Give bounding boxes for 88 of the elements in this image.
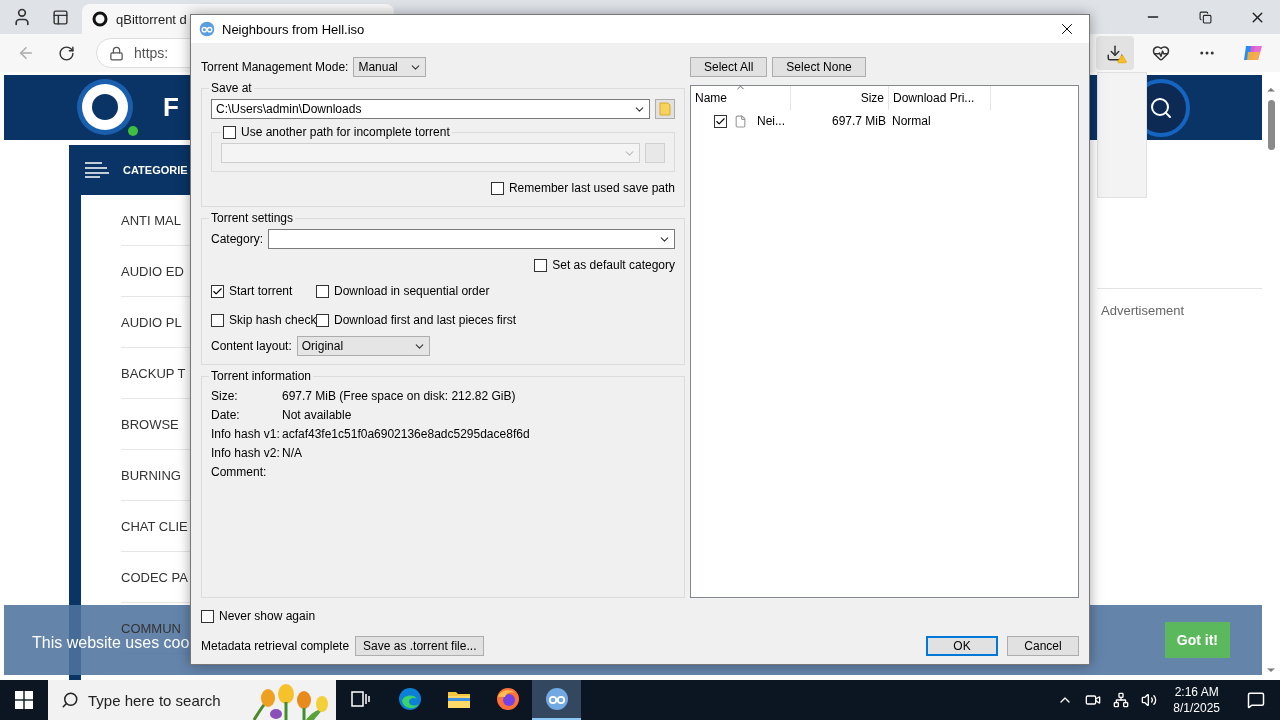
info-label: Size: — [211, 389, 239, 403]
network-icon[interactable] — [1113, 692, 1130, 708]
dialog-button[interactable]: Cancel — [1007, 636, 1079, 656]
info-value: 697.7 MiB (Free space on disk: 212.82 GiB) — [282, 389, 517, 403]
group-title: Torrent information — [210, 369, 313, 383]
info-value: Not available — [282, 408, 353, 422]
restore-icon[interactable] — [1198, 10, 1212, 24]
checkbox[interactable] — [211, 284, 224, 298]
checkbox[interactable] — [714, 114, 727, 128]
info-value: acfaf43fe1c51f0a6902136e8adc5295dace8f6d — [282, 427, 531, 441]
category-link[interactable]: ANTI MAL — [121, 213, 181, 227]
checkbox-label: Download in sequential order — [334, 284, 490, 298]
dialog-button[interactable]: OK — [926, 636, 998, 656]
checkbox-label: Set as default category — [552, 258, 675, 272]
management-mode-dropdown[interactable]: Manual — [353, 57, 427, 77]
category-link[interactable]: AUDIO ED — [121, 264, 184, 278]
field-label: Content layout: — [211, 339, 292, 353]
video-icon[interactable] — [1085, 692, 1102, 708]
field-label: Torrent Management Mode: — [201, 60, 349, 74]
clock-time: 2:16 AM — [1174, 684, 1219, 700]
category-link[interactable]: CHAT CLIE — [121, 519, 188, 533]
taskbar-search-field[interactable]: Type here to search — [48, 680, 336, 720]
refresh-icon[interactable] — [57, 44, 75, 62]
table-cell-text: Normal — [891, 114, 932, 128]
info-value: N/A — [282, 446, 303, 460]
warning-icon — [1117, 54, 1127, 64]
lock-icon — [109, 45, 124, 61]
checkbox-label: Skip hash check — [229, 313, 317, 327]
clock[interactable]: 2:16 AM 8/1/2025 — [1165, 684, 1228, 716]
content-layout-dropdown[interactable]: Original — [296, 336, 430, 356]
info-label: Info hash v2: — [211, 446, 281, 460]
table-cell-text: Nei... — [756, 114, 786, 128]
logo-text: F — [163, 92, 180, 123]
cookie-text: This website uses coo — [32, 633, 190, 651]
checkbox[interactable] — [316, 313, 329, 327]
advertisement-label: Advertisement — [1101, 303, 1185, 318]
column-header[interactable]: Size — [791, 86, 889, 110]
category-link[interactable]: BACKUP T — [121, 366, 186, 380]
taskbar-app-button[interactable] — [532, 680, 581, 720]
checkbox[interactable] — [316, 284, 329, 298]
field-label: Category: — [211, 232, 264, 246]
category-link[interactable]: BURNING — [121, 468, 181, 482]
category-link[interactable]: AUDIO PL — [121, 315, 182, 329]
dialog-title: Neighbours from Hell.iso — [222, 21, 365, 37]
category-link[interactable]: BROWSE — [121, 417, 179, 431]
group-title: Torrent settings — [210, 211, 295, 225]
notification-icon[interactable] — [1247, 691, 1265, 709]
checkbox[interactable] — [534, 258, 548, 272]
info-label: Date: — [211, 408, 241, 422]
checkbox-label: Start torrent — [229, 284, 293, 298]
checkbox-label: Never show again — [219, 609, 316, 623]
volume-icon[interactable] — [1141, 692, 1158, 708]
column-header[interactable]: Download Pri... — [889, 86, 991, 110]
categories-heading: CATEGORIE — [123, 164, 188, 176]
checkbox-label: Use another path for incomplete torrent — [241, 125, 450, 139]
file-icon — [734, 114, 747, 128]
category-dropdown[interactable] — [268, 229, 675, 249]
address-text: https: — [134, 45, 169, 61]
checkbox-label: Download first and last pieces first — [334, 313, 517, 327]
clock-date: 8/1/2025 — [1173, 700, 1220, 716]
select-button[interactable]: Select None — [772, 57, 866, 77]
select-button[interactable]: Select All — [690, 57, 768, 77]
info-label: Comment: — [211, 465, 268, 479]
site-favicon — [92, 11, 108, 27]
tab-title: qBittorrent d — [116, 11, 187, 27]
profile-icon[interactable] — [12, 7, 32, 27]
save-path-dropdown[interactable]: C:\Users\admin\Downloads — [211, 99, 650, 119]
checkbox[interactable] — [490, 181, 504, 195]
save-torrent-button[interactable]: Save as .torrent file... — [355, 636, 485, 656]
group-title: Save at — [210, 81, 253, 95]
category-link[interactable]: CODEC PA — [121, 570, 188, 584]
checkbox-label: Remember last used save path — [508, 181, 675, 195]
table-cell-text: 697.7 MiB — [830, 114, 887, 128]
column-header[interactable]: Name — [691, 86, 791, 110]
health-icon[interactable] — [1152, 44, 1170, 62]
checkbox[interactable] — [223, 125, 236, 139]
info-label: Info hash v1: — [211, 427, 281, 441]
windows-logo-icon[interactable] — [15, 691, 33, 709]
tab-actions-icon[interactable] — [51, 8, 69, 26]
task-view-icon — [350, 690, 371, 708]
checkbox[interactable] — [211, 313, 224, 327]
checkbox[interactable] — [201, 609, 214, 623]
scrollbar-thumb[interactable] — [1267, 100, 1275, 150]
search-icon — [61, 691, 79, 709]
search-icon — [1149, 95, 1173, 120]
menu-icon — [85, 162, 109, 178]
downloads-button[interactable] — [1096, 36, 1134, 70]
status-text: Metadata retrieval complete — [201, 639, 350, 653]
